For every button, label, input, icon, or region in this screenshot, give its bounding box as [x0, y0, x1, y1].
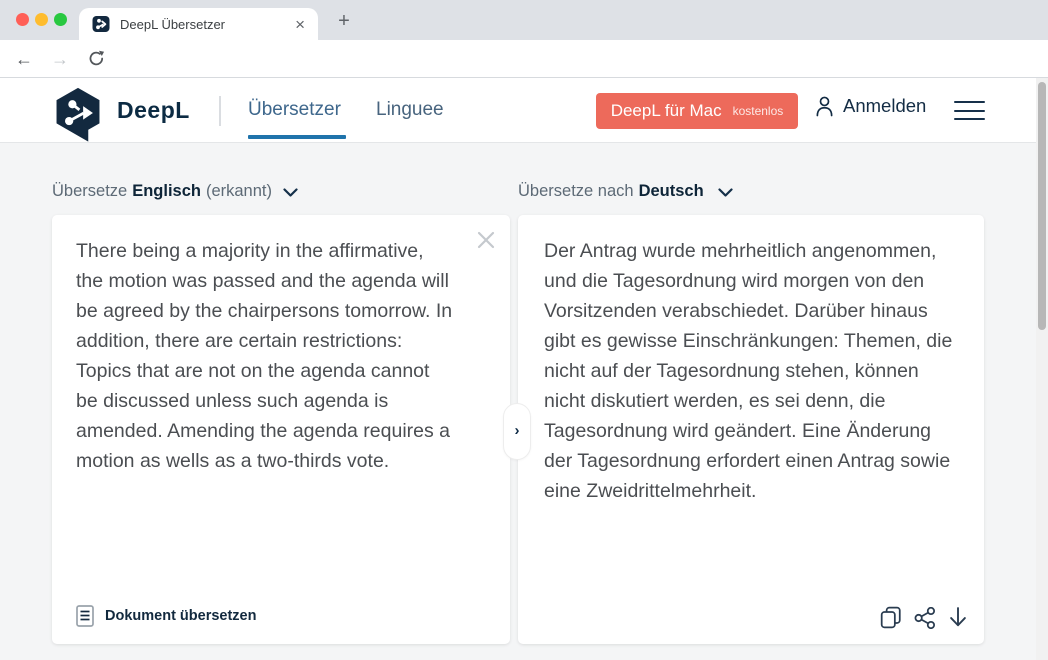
brand-name[interactable]: DeepL	[117, 97, 190, 124]
zoom-window-button[interactable]	[54, 13, 67, 26]
swap-direction-button[interactable]: ›	[503, 403, 531, 460]
sign-in-label: Anmelden	[843, 95, 926, 117]
target-selector-prefix: Übersetze nach	[518, 182, 634, 201]
new-tab-button[interactable]: +	[332, 10, 356, 34]
favicon-icon	[92, 15, 110, 33]
share-icon[interactable]	[914, 607, 936, 629]
user-icon	[815, 95, 834, 117]
page-scrollbar-thumb[interactable]	[1038, 82, 1046, 330]
browser-tab[interactable]: DeepL Übersetzer ×	[79, 8, 318, 40]
target-actions	[880, 606, 968, 629]
translate-document-button[interactable]: Dokument übersetzen	[76, 605, 256, 627]
tab-title: DeepL Übersetzer	[120, 17, 292, 32]
translate-document-label: Dokument übersetzen	[105, 608, 256, 624]
active-tab-underline	[248, 135, 346, 139]
site-header: DeepL Übersetzer Linguee DeepL für Mac k…	[0, 78, 1036, 143]
tab-linguee[interactable]: Linguee	[376, 99, 444, 121]
reload-icon[interactable]	[84, 49, 108, 73]
detected-note: (erkannt)	[206, 182, 272, 201]
back-icon[interactable]: ←	[12, 47, 36, 71]
source-text[interactable]: There being a majority in the affirmativ…	[52, 215, 510, 476]
source-language-selector[interactable]: Übersetze Englisch (erkannt)	[52, 182, 298, 201]
tab-strip: DeepL Übersetzer × +	[0, 0, 1048, 40]
minimize-window-button[interactable]	[35, 13, 48, 26]
chevron-down-icon	[283, 188, 298, 198]
tab-uebersetzer[interactable]: Übersetzer	[248, 99, 341, 121]
clear-source-icon[interactable]	[475, 229, 497, 251]
download-icon[interactable]	[948, 606, 968, 629]
target-language: Deutsch	[639, 182, 704, 201]
chevron-down-icon	[718, 188, 733, 198]
source-language: Englisch	[132, 182, 201, 201]
document-icon	[76, 605, 94, 627]
sign-in-button[interactable]: Anmelden	[815, 95, 926, 117]
forward-icon[interactable]: →	[48, 47, 72, 71]
target-text: Der Antrag wurde mehrheitlich angenommen…	[518, 215, 984, 506]
close-tab-icon[interactable]: ×	[292, 16, 308, 33]
close-window-button[interactable]	[16, 13, 29, 26]
browser-toolbar: ← → https://www.deepl.com/translator	[0, 40, 1048, 78]
hamburger-menu-icon[interactable]	[954, 101, 985, 120]
deepl-for-mac-button[interactable]: DeepL für Mac kostenlos	[596, 93, 798, 129]
source-text-panel[interactable]: There being a majority in the affirmativ…	[52, 215, 510, 644]
target-text-panel: Der Antrag wurde mehrheitlich angenommen…	[518, 215, 984, 644]
copy-icon[interactable]	[880, 606, 902, 629]
target-language-selector[interactable]: Übersetze nach Deutsch	[518, 182, 733, 201]
kostenlos-badge: kostenlos	[733, 104, 784, 118]
browser-window: DeepL Übersetzer × + ← → https://www.dee…	[0, 0, 1048, 660]
chevron-right-icon: ›	[515, 422, 520, 439]
deepl-for-mac-label: DeepL für Mac	[611, 101, 722, 121]
source-selector-prefix: Übersetze	[52, 182, 127, 201]
header-divider	[219, 96, 221, 126]
deepl-logo-icon[interactable]	[52, 87, 104, 143]
